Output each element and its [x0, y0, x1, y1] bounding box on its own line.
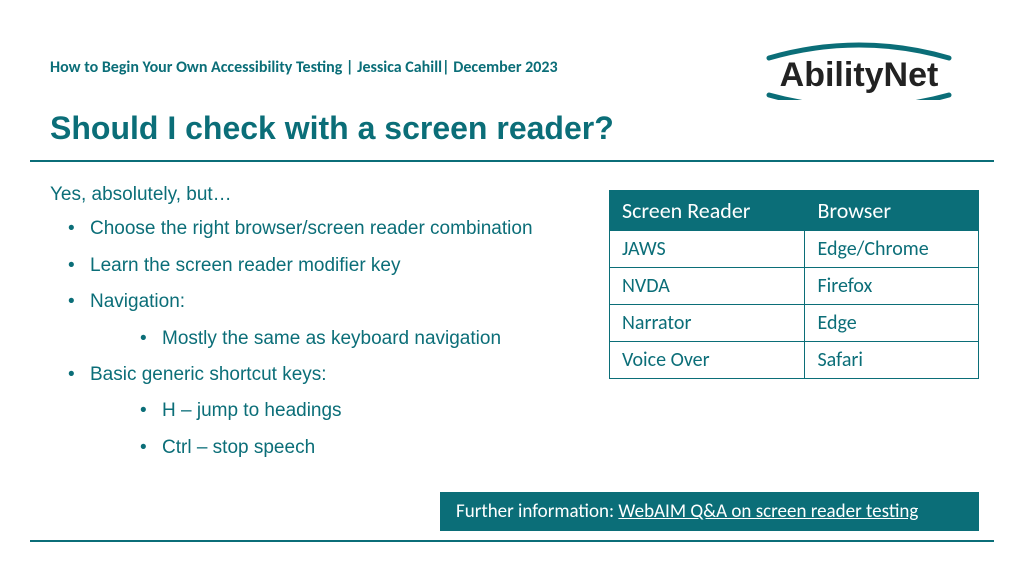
table-cell: NVDA: [610, 268, 805, 305]
table-header: Screen Reader: [610, 191, 805, 231]
screen-reader-table: Screen Reader Browser JAWS Edge/Chrome N…: [609, 190, 979, 379]
list-item: Navigation: Mostly the same as keyboard …: [50, 287, 570, 354]
top-divider: [30, 160, 994, 162]
footer-prefix: Further information:: [456, 500, 618, 523]
slide-header: How to Begin Your Own Accessibility Test…: [50, 58, 558, 77]
list-item: Basic generic shortcut keys: H – jump to…: [50, 360, 570, 463]
list-item-label: Basic generic shortcut keys:: [90, 364, 327, 385]
list-item: Mostly the same as keyboard navigation: [90, 324, 570, 354]
table-row: Voice Over Safari: [610, 342, 979, 379]
table-cell: Voice Over: [610, 342, 805, 379]
table-cell: Edge/Chrome: [805, 231, 979, 268]
table-cell: Firefox: [805, 268, 979, 305]
abilitynet-logo: AbilityNet: [754, 40, 964, 105]
svg-text:AbilityNet: AbilityNet: [780, 56, 939, 94]
table-cell: Edge: [805, 305, 979, 342]
table-header-row: Screen Reader Browser: [610, 191, 979, 231]
table-cell: JAWS: [610, 231, 805, 268]
footer-link[interactable]: WebAIM Q&A on screen reader testing: [618, 500, 918, 523]
footer-info-bar: Further information: WebAIM Q&A on scree…: [440, 492, 979, 531]
page-title: Should I check with a screen reader?: [50, 110, 614, 147]
list-item: Ctrl – stop speech: [90, 433, 570, 463]
list-item-label: Navigation:: [90, 291, 185, 312]
table-cell: Safari: [805, 342, 979, 379]
list-item: Choose the right browser/screen reader c…: [50, 214, 570, 244]
intro-text: Yes, absolutely, but…: [50, 180, 570, 210]
table-cell: Narrator: [610, 305, 805, 342]
list-item: Learn the screen reader modifier key: [50, 251, 570, 281]
table-header: Browser: [805, 191, 979, 231]
body-content: Yes, absolutely, but… Choose the right b…: [50, 180, 570, 469]
table-row: Narrator Edge: [610, 305, 979, 342]
table-row: JAWS Edge/Chrome: [610, 231, 979, 268]
list-item: H – jump to headings: [90, 396, 570, 426]
bottom-divider: [30, 540, 994, 542]
table-row: NVDA Firefox: [610, 268, 979, 305]
